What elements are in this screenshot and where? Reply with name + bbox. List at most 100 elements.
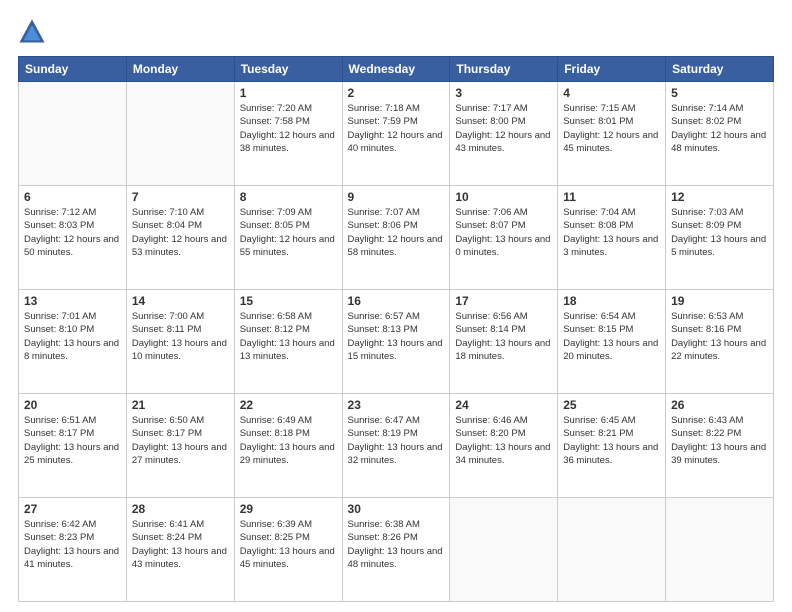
calendar-cell: 10 Sunrise: 7:06 AM Sunset: 8:07 PM Dayli… bbox=[450, 186, 558, 290]
day-info: Sunrise: 7:09 AM Sunset: 8:05 PM Dayligh… bbox=[240, 206, 337, 259]
day-info: Sunrise: 7:01 AM Sunset: 8:10 PM Dayligh… bbox=[24, 310, 121, 363]
calendar-cell: 9Sunrise: 7:07 AM Sunset: 8:06 PM Daylig… bbox=[342, 186, 450, 290]
day-number: 28 bbox=[132, 502, 229, 516]
day-number: 26 bbox=[671, 398, 768, 412]
calendar-cell: 19 Sunrise: 6:53 AM Sunset: 8:16 PM Dayli… bbox=[666, 290, 774, 394]
day-number: 10 bbox=[455, 190, 552, 204]
calendar-cell: 18 Sunrise: 6:54 AM Sunset: 8:15 PM Dayli… bbox=[558, 290, 666, 394]
day-number: 7 bbox=[132, 190, 229, 204]
day-info: Sunrise: 6:49 AM Sunset: 8:18 PM Dayligh… bbox=[240, 414, 337, 467]
day-info: Sunrise: 6:56 AM Sunset: 8:14 PM Dayligh… bbox=[455, 310, 552, 363]
calendar-week-3: 13 Sunrise: 7:01 AM Sunset: 8:10 PM Dayli… bbox=[19, 290, 774, 394]
calendar-week-2: 6 Sunrise: 7:12 AM Sunset: 8:03 PM Daylig… bbox=[19, 186, 774, 290]
calendar-cell: 16 Sunrise: 6:57 AM Sunset: 8:13 PM Dayli… bbox=[342, 290, 450, 394]
calendar-cell: 20 Sunrise: 6:51 AM Sunset: 8:17 PM Dayli… bbox=[19, 394, 127, 498]
day-info: Sunrise: 7:10 AM Sunset: 8:04 PM Dayligh… bbox=[132, 206, 229, 259]
calendar-week-5: 27Sunrise: 6:42 AM Sunset: 8:23 PM Dayli… bbox=[19, 498, 774, 602]
calendar-cell: 27Sunrise: 6:42 AM Sunset: 8:23 PM Dayli… bbox=[19, 498, 127, 602]
day-number: 15 bbox=[240, 294, 337, 308]
day-info: Sunrise: 7:12 AM Sunset: 8:03 PM Dayligh… bbox=[24, 206, 121, 259]
day-number: 13 bbox=[24, 294, 121, 308]
logo-icon bbox=[18, 18, 46, 46]
day-number: 27 bbox=[24, 502, 121, 516]
day-info: Sunrise: 6:43 AM Sunset: 8:22 PM Dayligh… bbox=[671, 414, 768, 467]
calendar-week-1: 1 Sunrise: 7:20 AM Sunset: 7:58 PM Daylig… bbox=[19, 82, 774, 186]
day-number: 19 bbox=[671, 294, 768, 308]
day-info: Sunrise: 7:15 AM Sunset: 8:01 PM Dayligh… bbox=[563, 102, 660, 155]
day-info: Sunrise: 6:57 AM Sunset: 8:13 PM Dayligh… bbox=[348, 310, 445, 363]
calendar-cell: 15 Sunrise: 6:58 AM Sunset: 8:12 PM Dayli… bbox=[234, 290, 342, 394]
day-number: 1 bbox=[240, 86, 337, 100]
calendar-cell: 28 Sunrise: 6:41 AM Sunset: 8:24 PM Dayli… bbox=[126, 498, 234, 602]
calendar-cell: 24Sunrise: 6:46 AM Sunset: 8:20 PM Dayli… bbox=[450, 394, 558, 498]
calendar-cell: 22 Sunrise: 6:49 AM Sunset: 8:18 PM Dayli… bbox=[234, 394, 342, 498]
header bbox=[18, 18, 774, 46]
calendar-cell: 17 Sunrise: 6:56 AM Sunset: 8:14 PM Dayli… bbox=[450, 290, 558, 394]
day-info: Sunrise: 6:45 AM Sunset: 8:21 PM Dayligh… bbox=[563, 414, 660, 467]
calendar-cell: 2 Sunrise: 7:18 AM Sunset: 7:59 PM Daylig… bbox=[342, 82, 450, 186]
day-info: Sunrise: 7:04 AM Sunset: 8:08 PM Dayligh… bbox=[563, 206, 660, 259]
day-number: 25 bbox=[563, 398, 660, 412]
day-number: 23 bbox=[348, 398, 445, 412]
weekday-header-saturday: Saturday bbox=[666, 57, 774, 82]
day-info: Sunrise: 6:51 AM Sunset: 8:17 PM Dayligh… bbox=[24, 414, 121, 467]
calendar-cell: 7 Sunrise: 7:10 AM Sunset: 8:04 PM Daylig… bbox=[126, 186, 234, 290]
day-number: 16 bbox=[348, 294, 445, 308]
day-info: Sunrise: 7:18 AM Sunset: 7:59 PM Dayligh… bbox=[348, 102, 445, 155]
day-info: Sunrise: 7:07 AM Sunset: 8:06 PM Dayligh… bbox=[348, 206, 445, 259]
day-info: Sunrise: 6:50 AM Sunset: 8:17 PM Dayligh… bbox=[132, 414, 229, 467]
calendar-cell: 1 Sunrise: 7:20 AM Sunset: 7:58 PM Daylig… bbox=[234, 82, 342, 186]
day-info: Sunrise: 7:17 AM Sunset: 8:00 PM Dayligh… bbox=[455, 102, 552, 155]
day-number: 11 bbox=[563, 190, 660, 204]
day-info: Sunrise: 6:47 AM Sunset: 8:19 PM Dayligh… bbox=[348, 414, 445, 467]
calendar-cell bbox=[126, 82, 234, 186]
day-number: 8 bbox=[240, 190, 337, 204]
calendar-cell bbox=[558, 498, 666, 602]
calendar-cell: 3 Sunrise: 7:17 AM Sunset: 8:00 PM Daylig… bbox=[450, 82, 558, 186]
day-info: Sunrise: 6:53 AM Sunset: 8:16 PM Dayligh… bbox=[671, 310, 768, 363]
calendar-cell: 30Sunrise: 6:38 AM Sunset: 8:26 PM Dayli… bbox=[342, 498, 450, 602]
day-info: Sunrise: 7:03 AM Sunset: 8:09 PM Dayligh… bbox=[671, 206, 768, 259]
weekday-header-friday: Friday bbox=[558, 57, 666, 82]
day-info: Sunrise: 7:06 AM Sunset: 8:07 PM Dayligh… bbox=[455, 206, 552, 259]
weekday-header-sunday: Sunday bbox=[19, 57, 127, 82]
weekday-header-thursday: Thursday bbox=[450, 57, 558, 82]
calendar-cell bbox=[666, 498, 774, 602]
day-info: Sunrise: 6:58 AM Sunset: 8:12 PM Dayligh… bbox=[240, 310, 337, 363]
day-number: 6 bbox=[24, 190, 121, 204]
calendar-cell: 11 Sunrise: 7:04 AM Sunset: 8:08 PM Dayli… bbox=[558, 186, 666, 290]
day-number: 24 bbox=[455, 398, 552, 412]
calendar-cell: 29 Sunrise: 6:39 AM Sunset: 8:25 PM Dayli… bbox=[234, 498, 342, 602]
calendar-cell bbox=[450, 498, 558, 602]
day-number: 14 bbox=[132, 294, 229, 308]
page: SundayMondayTuesdayWednesdayThursdayFrid… bbox=[0, 0, 792, 612]
day-number: 29 bbox=[240, 502, 337, 516]
day-number: 12 bbox=[671, 190, 768, 204]
day-info: Sunrise: 6:54 AM Sunset: 8:15 PM Dayligh… bbox=[563, 310, 660, 363]
weekday-header-tuesday: Tuesday bbox=[234, 57, 342, 82]
day-info: Sunrise: 7:20 AM Sunset: 7:58 PM Dayligh… bbox=[240, 102, 337, 155]
calendar-week-4: 20 Sunrise: 6:51 AM Sunset: 8:17 PM Dayli… bbox=[19, 394, 774, 498]
day-number: 4 bbox=[563, 86, 660, 100]
calendar-cell: 23 Sunrise: 6:47 AM Sunset: 8:19 PM Dayli… bbox=[342, 394, 450, 498]
day-number: 17 bbox=[455, 294, 552, 308]
day-number: 2 bbox=[348, 86, 445, 100]
day-info: Sunrise: 7:14 AM Sunset: 8:02 PM Dayligh… bbox=[671, 102, 768, 155]
calendar-cell: 14Sunrise: 7:00 AM Sunset: 8:11 PM Dayli… bbox=[126, 290, 234, 394]
calendar-cell: 21Sunrise: 6:50 AM Sunset: 8:17 PM Dayli… bbox=[126, 394, 234, 498]
day-number: 20 bbox=[24, 398, 121, 412]
day-number: 22 bbox=[240, 398, 337, 412]
day-info: Sunrise: 6:39 AM Sunset: 8:25 PM Dayligh… bbox=[240, 518, 337, 571]
day-number: 3 bbox=[455, 86, 552, 100]
day-number: 30 bbox=[348, 502, 445, 516]
logo bbox=[18, 18, 48, 46]
calendar-cell bbox=[19, 82, 127, 186]
calendar-cell: 5Sunrise: 7:14 AM Sunset: 8:02 PM Daylig… bbox=[666, 82, 774, 186]
day-info: Sunrise: 6:41 AM Sunset: 8:24 PM Dayligh… bbox=[132, 518, 229, 571]
weekday-header-monday: Monday bbox=[126, 57, 234, 82]
calendar-table: SundayMondayTuesdayWednesdayThursdayFrid… bbox=[18, 56, 774, 602]
weekday-header-wednesday: Wednesday bbox=[342, 57, 450, 82]
calendar-cell: 12 Sunrise: 7:03 AM Sunset: 8:09 PM Dayli… bbox=[666, 186, 774, 290]
day-number: 18 bbox=[563, 294, 660, 308]
calendar-cell: 6 Sunrise: 7:12 AM Sunset: 8:03 PM Daylig… bbox=[19, 186, 127, 290]
